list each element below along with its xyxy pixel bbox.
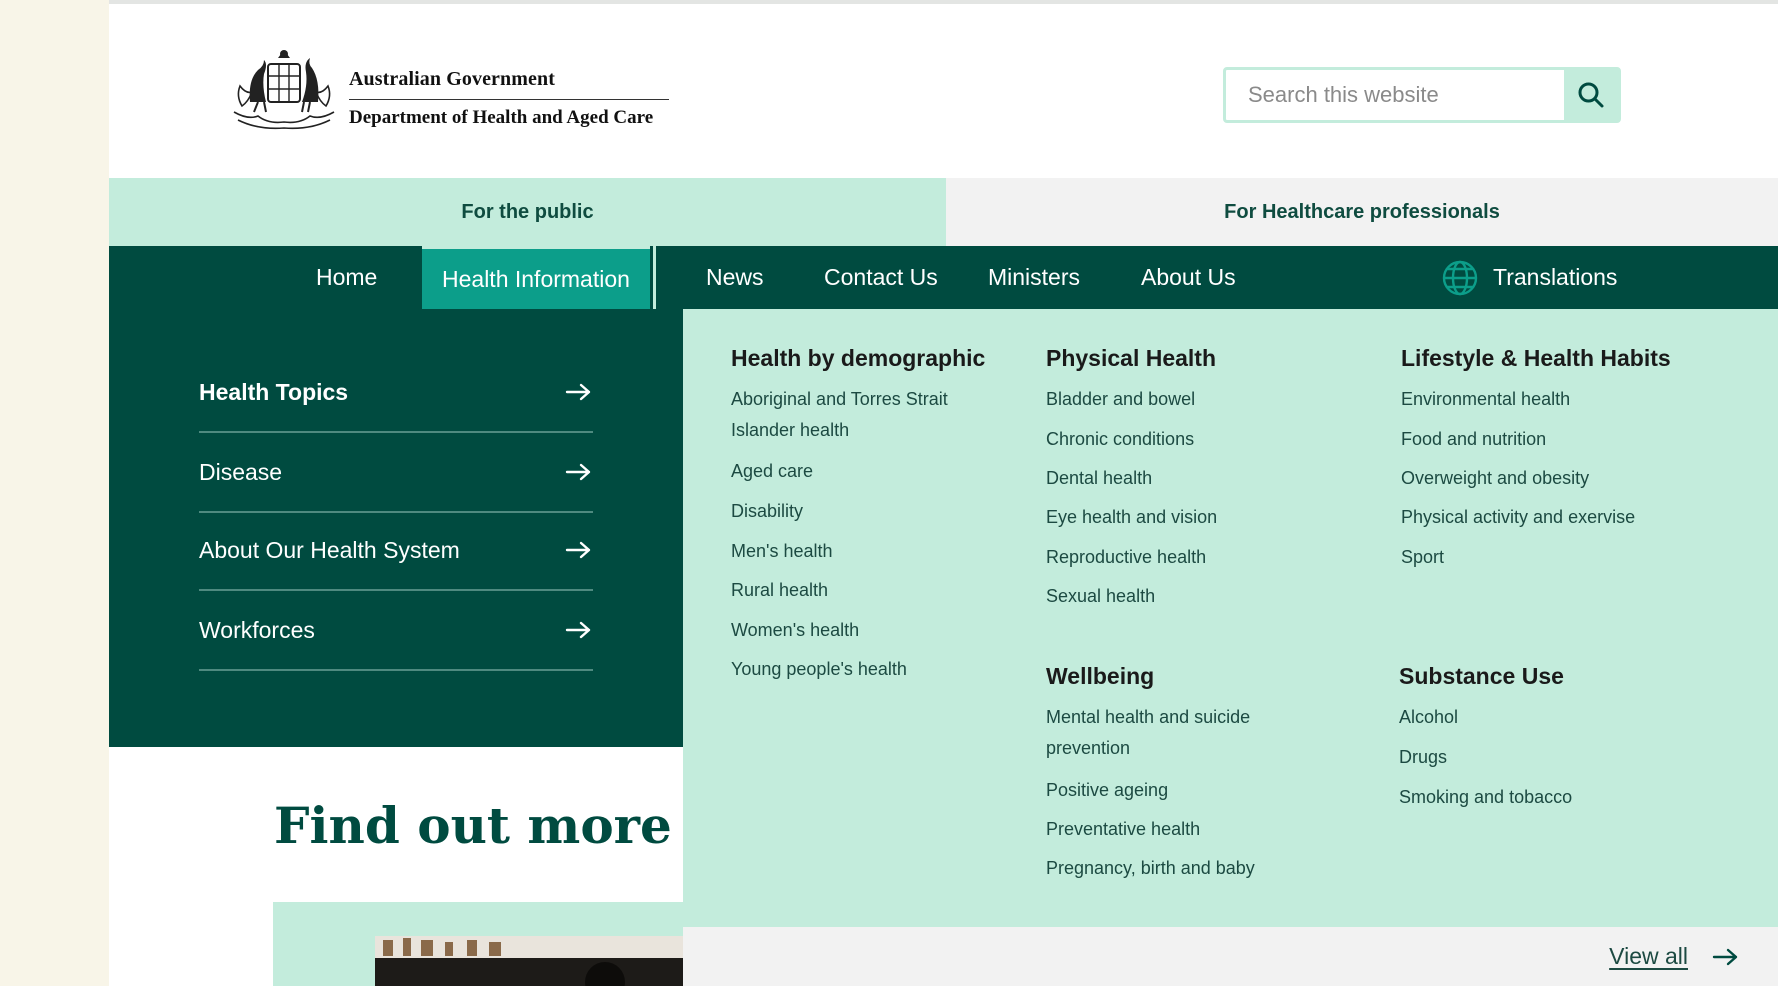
menu-item-label: Disease bbox=[199, 458, 283, 485]
view-all-label: View all bbox=[1609, 943, 1688, 969]
tab-for-healthcare-professionals[interactable]: For Healthcare professionals bbox=[946, 178, 1778, 246]
arrow-right-icon bbox=[565, 463, 591, 481]
cafe-photo bbox=[375, 936, 683, 986]
nav-contact-us[interactable]: Contact Us bbox=[824, 246, 938, 309]
link-pregnancy-birth-and-baby[interactable]: Pregnancy, birth and baby bbox=[1046, 853, 1366, 884]
link-sport[interactable]: Sport bbox=[1401, 542, 1741, 573]
link-positive-ageing[interactable]: Positive ageing bbox=[1046, 775, 1366, 806]
arrow-right-icon bbox=[565, 621, 591, 639]
link-rural-health[interactable]: Rural health bbox=[731, 575, 1031, 606]
search-input[interactable] bbox=[1226, 70, 1564, 120]
nav-health-information[interactable]: Health Information bbox=[422, 246, 650, 309]
link-young-peoples-health[interactable]: Young people's health bbox=[731, 654, 1031, 685]
logo-department-text: Department of Health and Aged Care bbox=[349, 107, 654, 128]
link-preventative-health[interactable]: Preventative health bbox=[1046, 814, 1366, 845]
link-drugs[interactable]: Drugs bbox=[1399, 742, 1739, 773]
nav-ministers[interactable]: Ministers bbox=[988, 246, 1080, 309]
main-nav: Home Health Information News Contact Us … bbox=[109, 246, 1778, 309]
link-reproductive-health[interactable]: Reproductive health bbox=[1046, 542, 1366, 573]
link-womens-health[interactable]: Women's health bbox=[731, 615, 1031, 646]
search-button[interactable] bbox=[1564, 70, 1618, 120]
link-mens-health[interactable]: Men's health bbox=[731, 536, 1031, 567]
nav-divider bbox=[653, 246, 656, 309]
link-food-and-nutrition[interactable]: Food and nutrition bbox=[1401, 424, 1741, 455]
menu-item-workforces[interactable]: Workforces bbox=[199, 591, 593, 671]
link-eye-health-and-vision[interactable]: Eye health and vision bbox=[1046, 502, 1366, 533]
link-smoking-and-tobacco[interactable]: Smoking and tobacco bbox=[1399, 782, 1739, 813]
top-divider bbox=[109, 0, 1778, 4]
search-box bbox=[1223, 67, 1621, 123]
menu-item-label: Workforces bbox=[199, 616, 315, 643]
heading-physical-health: Physical Health bbox=[1046, 345, 1217, 371]
link-alcohol[interactable]: Alcohol bbox=[1399, 702, 1739, 733]
translations-label: Translations bbox=[1493, 264, 1618, 290]
link-disability[interactable]: Disability bbox=[731, 496, 1031, 527]
arrow-right-icon bbox=[565, 541, 591, 559]
search-icon bbox=[1578, 82, 1604, 108]
nav-home[interactable]: Home bbox=[316, 246, 377, 309]
coat-of-arms-icon bbox=[233, 50, 335, 130]
menu-item-about-our-health-system[interactable]: About Our Health System bbox=[199, 511, 593, 591]
tab-for-the-public[interactable]: For the public bbox=[109, 178, 946, 246]
column-health-by-demographic: Health by demographic Aboriginal and Tor… bbox=[731, 345, 1031, 685]
feature-image bbox=[375, 936, 683, 986]
column-physical-health: Physical Health Bladder and bowel Chroni… bbox=[1046, 345, 1366, 612]
heading-health-by-demographic: Health by demographic bbox=[731, 345, 986, 371]
view-all-bar: View all bbox=[683, 927, 1778, 986]
link-mental-health-and-suicide[interactable]: Mental health and suicide bbox=[1046, 702, 1366, 733]
column-substance-use: Substance Use Alcohol Drugs Smoking and … bbox=[1399, 663, 1739, 813]
column-wellbeing: Wellbeing Mental health and suicide prev… bbox=[1046, 663, 1366, 884]
heading-lifestyle-and-health-habits: Lifestyle & Health Habits bbox=[1401, 345, 1671, 371]
logo-government-text: Australian Government bbox=[349, 68, 669, 100]
health-information-mega-menu: Health by demographic Aboriginal and Tor… bbox=[683, 309, 1778, 927]
link-islander-health[interactable]: Islander health bbox=[731, 415, 1031, 446]
view-all-link[interactable]: View all bbox=[1609, 927, 1740, 986]
government-logo[interactable]: Australian Government Department of Heal… bbox=[228, 46, 688, 134]
heading-substance-use: Substance Use bbox=[1399, 663, 1564, 689]
arrow-right-icon bbox=[565, 383, 591, 401]
heading-wellbeing: Wellbeing bbox=[1046, 663, 1155, 689]
page: Australian Government Department of Heal… bbox=[109, 0, 1778, 986]
link-prevention[interactable]: prevention bbox=[1046, 733, 1366, 764]
health-information-menu: Health Topics Disease About Our Health S… bbox=[109, 309, 683, 747]
link-dental-health[interactable]: Dental health bbox=[1046, 463, 1366, 494]
nav-translations[interactable]: Translations bbox=[1441, 246, 1617, 309]
menu-item-disease[interactable]: Disease bbox=[199, 433, 593, 513]
menu-item-label: About Our Health System bbox=[199, 536, 460, 563]
link-overweight-and-obesity[interactable]: Overweight and obesity bbox=[1401, 463, 1741, 494]
link-chronic-conditions[interactable]: Chronic conditions bbox=[1046, 424, 1366, 455]
arrow-right-icon bbox=[1712, 948, 1738, 965]
menu-item-label: Health Topics bbox=[199, 378, 349, 405]
link-aged-care[interactable]: Aged care bbox=[731, 456, 1031, 487]
globe-icon bbox=[1442, 260, 1478, 295]
link-bladder-and-bowel[interactable]: Bladder and bowel bbox=[1046, 384, 1366, 415]
nav-news[interactable]: News bbox=[706, 246, 764, 309]
menu-item-health-topics[interactable]: Health Topics bbox=[199, 353, 593, 433]
link-environmental-health[interactable]: Environmental health bbox=[1401, 384, 1741, 415]
link-aboriginal-and-torres-strait[interactable]: Aboriginal and Torres Strait bbox=[731, 384, 1031, 415]
column-lifestyle-and-health-habits: Lifestyle & Health Habits Environmental … bbox=[1401, 345, 1741, 573]
nav-about-us[interactable]: About Us bbox=[1141, 246, 1236, 309]
link-sexual-health[interactable]: Sexual health bbox=[1046, 581, 1366, 612]
link-physical-activity[interactable]: Physical activity and exervise bbox=[1401, 502, 1741, 533]
